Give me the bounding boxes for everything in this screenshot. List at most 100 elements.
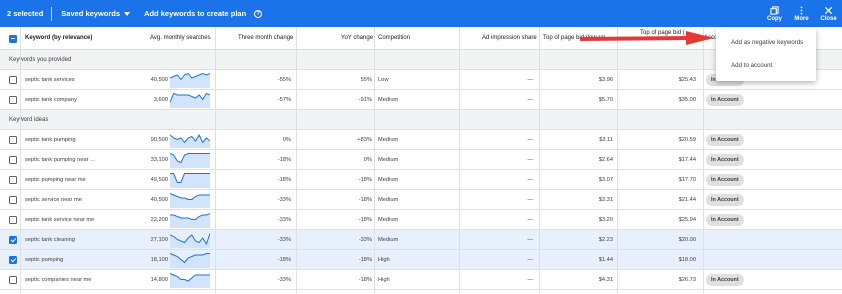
add-to-plan-button[interactable]: Add keywords to create plan (144, 9, 246, 18)
col-avg-searches[interactable]: Avg. monthly searches (150, 35, 211, 41)
menu-item-add-negative[interactable]: Add as negative keywords (731, 39, 803, 46)
keyword-cell: septic tank pumping near ... (25, 157, 95, 163)
searches-cell: 18,100 (150, 257, 168, 263)
three-month-cell: -18% (277, 257, 291, 263)
yoy-cell: +83% (357, 137, 372, 143)
ad-impression-cell: — (527, 277, 533, 283)
row-checkbox[interactable] (9, 96, 17, 104)
competition-cell: Medium (378, 237, 399, 243)
row-checkbox[interactable] (9, 196, 17, 204)
row-checkbox[interactable] (9, 76, 17, 84)
in-account-badge: In Account (706, 154, 744, 166)
more-label: More (794, 15, 809, 22)
ad-impression-cell: — (527, 157, 533, 163)
keyword-cell: septic companies near me (25, 277, 92, 283)
row-checkbox[interactable] (9, 156, 17, 164)
bid-low-cell: $5.70 (598, 97, 613, 103)
saved-keywords-button[interactable]: Saved keywords (61, 9, 131, 18)
copy-icon (770, 5, 779, 15)
sparkline-area (170, 173, 210, 188)
ad-impression-cell: — (527, 197, 533, 203)
col-three-month[interactable]: Three month change (238, 35, 293, 41)
column-divider (539, 27, 540, 294)
bid-high-cell: $25.43 (678, 77, 696, 83)
bid-low-cell: $3.96 (598, 77, 613, 83)
keyword-cell: septic pumping near me (25, 177, 86, 183)
bid-high-cell: $26.73 (678, 277, 696, 283)
row-checkbox[interactable] (9, 276, 17, 284)
yoy-cell: 0% (363, 157, 372, 163)
in-account-badge: In Account (706, 174, 744, 186)
yoy-cell: -18% (358, 177, 372, 183)
col-yoy[interactable]: YoY change (341, 35, 373, 41)
trend-sparkline (170, 133, 210, 148)
row-checkbox[interactable] (9, 236, 17, 244)
three-month-cell: -18% (277, 157, 291, 163)
copy-label: Copy (767, 15, 782, 22)
ad-impression-cell: — (527, 177, 533, 183)
row-checkbox[interactable] (9, 216, 17, 224)
table-row[interactable]: septic tank pumping 90,500 0% +83% Medium — $3… (0, 130, 842, 150)
table-row[interactable]: septic tank cleaning 27,100 -33% -33% Medium… (0, 230, 842, 250)
table-row[interactable]: septic tank pumping near ... 33,100 -18% 0%… (0, 150, 842, 170)
col-ad-impression[interactable]: Ad impression share (482, 35, 537, 41)
menu-item-add-to-account[interactable]: Add to account (731, 62, 772, 69)
help-icon[interactable]: ? (254, 9, 263, 18)
bid-low-cell: $3.07 (598, 177, 613, 183)
trend-sparkline (170, 193, 210, 208)
table-row[interactable]: septic pumping 18,100 -18% -18% High — $1.44 $1… (0, 250, 842, 270)
competition-cell: High (378, 257, 390, 263)
close-button[interactable]: Close (815, 0, 842, 27)
section-label: Keywords you provided (9, 57, 72, 63)
ad-impression-cell: — (527, 237, 533, 243)
searches-cell: 90,500 (150, 137, 168, 143)
keyword-cell: septic tank service near me (25, 217, 95, 223)
ad-impression-cell: — (527, 137, 533, 143)
competition-cell: Medium (378, 217, 399, 223)
table-row[interactable]: septic service near me 40,500 -33% -18% Medi… (0, 190, 842, 210)
three-month-cell: 0% (282, 137, 291, 143)
searches-cell: 33,100 (150, 157, 168, 163)
sparkline-area (170, 153, 210, 168)
column-divider (374, 27, 375, 294)
three-month-cell: -33% (277, 217, 291, 223)
divider (51, 6, 53, 21)
row-checkbox[interactable] (9, 256, 17, 264)
table-row[interactable]: septic pumping near me 49,500 -18% -18% Medi… (0, 170, 842, 190)
searches-cell: 40,500 (150, 77, 168, 83)
saved-keywords-label: Saved keywords (61, 9, 121, 18)
keyword-cell: septic tank company (25, 97, 77, 103)
table-row[interactable]: septic tank service near me 22,200 -33% -18… (0, 210, 842, 230)
copy-button[interactable]: Copy (761, 0, 788, 27)
trend-sparkline (170, 72, 210, 88)
select-all-checkbox[interactable] (9, 35, 17, 43)
searches-cell: 27,100 (150, 237, 168, 243)
table-row[interactable]: septic companies near me 14,800 -33% -18% Hi… (0, 270, 842, 290)
more-menu: Add as negative keywords Add to account (716, 28, 816, 81)
row-checkbox[interactable] (9, 176, 17, 184)
table-row[interactable]: septic tank company 3,600 -57% -91% Medium — $… (0, 90, 842, 110)
keyword-cell: septic tank pumping (25, 137, 76, 143)
more-button[interactable]: More (788, 0, 815, 27)
searches-cell: 49,500 (150, 177, 168, 183)
trend-sparkline (170, 92, 210, 108)
bid-low-cell: $4.31 (598, 277, 613, 283)
col-competition[interactable]: Competition (378, 35, 410, 41)
ad-impression-cell: — (527, 97, 533, 103)
yoy-cell: 55% (360, 77, 372, 83)
in-account-badge: In Account (706, 214, 744, 226)
selection-action-bar: 2 selected Saved keywords Add keywords t… (0, 0, 842, 27)
ad-impression-cell: — (527, 257, 533, 263)
col-keyword[interactable]: Keyword (by relevance) (25, 35, 92, 41)
row-checkbox[interactable] (9, 136, 17, 144)
section-label: Keyword ideas (9, 117, 49, 123)
annotation-arrow (580, 31, 714, 45)
trend-sparkline (170, 253, 210, 268)
competition-cell: Medium (378, 137, 399, 143)
column-divider (20, 27, 21, 294)
trend-sparkline (170, 173, 210, 188)
column-divider (617, 27, 618, 294)
trend-sparkline (170, 153, 210, 168)
searches-cell: 3,600 (153, 97, 168, 103)
bid-high-cell: $25.94 (678, 217, 696, 223)
